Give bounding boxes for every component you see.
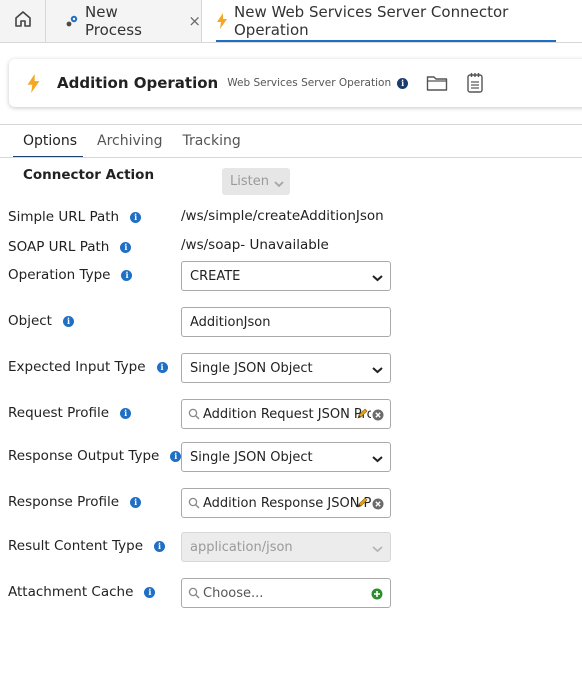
pencil-icon[interactable] bbox=[357, 408, 368, 423]
select-value: CREATE bbox=[190, 268, 241, 284]
label-text: Attachment Cache bbox=[8, 584, 134, 600]
info-icon[interactable]: i bbox=[130, 211, 142, 223]
object-input[interactable]: AdditionJson bbox=[181, 307, 391, 337]
label-text: Expected Input Type bbox=[8, 359, 146, 375]
subtab-bar: Options Archiving Tracking bbox=[13, 125, 251, 158]
soap-url-label: SOAP URL Path i bbox=[8, 239, 132, 255]
label-text: Simple URL Path bbox=[8, 209, 120, 225]
soap-url-value: /ws/soap- Unavailable bbox=[181, 237, 329, 253]
label-text: Connector Action bbox=[23, 167, 155, 183]
operation-header: Addition Operation Web Services Server O… bbox=[9, 59, 582, 107]
picker-value: Addition Request JSON Profile bbox=[203, 406, 371, 422]
attachment-cache-label: Attachment Cache i bbox=[8, 584, 156, 600]
chevron-down-icon bbox=[372, 542, 383, 557]
chevron-down-icon bbox=[274, 177, 284, 192]
connector-action-select: Listen bbox=[222, 168, 290, 195]
info-icon[interactable]: i bbox=[120, 407, 132, 419]
select-value: Single JSON Object bbox=[190, 449, 313, 465]
tab-label: New Process bbox=[85, 3, 142, 39]
chevron-down-icon bbox=[372, 271, 383, 286]
info-icon[interactable]: i bbox=[130, 496, 142, 508]
label-text: SOAP URL Path bbox=[8, 239, 110, 255]
request-profile-picker[interactable]: Addition Request JSON Profile bbox=[181, 399, 391, 429]
select-value: Listen bbox=[230, 174, 269, 189]
lightning-icon bbox=[216, 13, 228, 29]
connector-action-label: Connector Action bbox=[23, 167, 154, 183]
label-text: Object bbox=[8, 313, 52, 329]
object-label: Object i bbox=[8, 313, 74, 329]
info-icon[interactable]: i bbox=[154, 540, 165, 552]
input-value: AdditionJson bbox=[190, 314, 271, 330]
result-content-type-select: application/json bbox=[181, 532, 391, 562]
tab-options[interactable]: Options bbox=[13, 125, 87, 158]
pencil-icon[interactable] bbox=[357, 497, 368, 512]
process-icon bbox=[65, 14, 79, 28]
label-text: Operation Type bbox=[8, 267, 111, 283]
label-text: Request Profile bbox=[8, 405, 110, 421]
search-icon bbox=[188, 587, 200, 603]
notes-icon[interactable] bbox=[466, 72, 484, 94]
divider bbox=[0, 157, 582, 158]
tab-bar: New Process × New Web Services Server Co… bbox=[0, 0, 582, 43]
info-icon[interactable]: i bbox=[62, 315, 74, 327]
lightning-icon bbox=[26, 73, 41, 93]
clear-icon[interactable] bbox=[372, 498, 384, 514]
response-output-type-select[interactable]: Single JSON Object bbox=[181, 442, 391, 472]
operation-type-select[interactable]: CREATE bbox=[181, 261, 391, 291]
info-icon[interactable]: i bbox=[120, 241, 132, 253]
info-icon[interactable]: i bbox=[397, 77, 409, 89]
simple-url-label: Simple URL Path i bbox=[8, 209, 142, 225]
operation-type-label: Operation Type i bbox=[8, 267, 133, 283]
clear-icon[interactable] bbox=[372, 409, 384, 425]
tab-tracking[interactable]: Tracking bbox=[172, 125, 250, 157]
tab-label: New Web Services Server Connector Operat… bbox=[234, 3, 509, 39]
add-icon[interactable] bbox=[371, 588, 383, 604]
tab-archiving[interactable]: Archiving bbox=[87, 125, 172, 157]
tab-new-process[interactable]: New Process × bbox=[46, 0, 202, 42]
response-profile-label: Response Profile i bbox=[8, 494, 142, 510]
response-output-type-label: Response Output Type i bbox=[8, 448, 182, 464]
attachment-cache-picker[interactable]: Choose... bbox=[181, 578, 391, 608]
response-profile-picker[interactable]: Addition Response JSON Profile bbox=[181, 488, 391, 518]
info-icon[interactable]: i bbox=[121, 269, 133, 281]
chevron-down-icon bbox=[372, 452, 383, 467]
tab-web-services-operation[interactable]: New Web Services Server Connector Operat… bbox=[202, 0, 582, 42]
expected-input-type-label: Expected Input Type i bbox=[8, 359, 168, 375]
select-value: application/json bbox=[190, 539, 293, 555]
expected-input-type-select[interactable]: Single JSON Object bbox=[181, 353, 391, 383]
info-icon[interactable]: i bbox=[170, 450, 182, 462]
operation-title: Addition Operation bbox=[57, 74, 219, 92]
result-content-type-label: Result Content Type i bbox=[8, 538, 165, 554]
request-profile-label: Request Profile i bbox=[8, 405, 132, 421]
active-tab-indicator bbox=[216, 40, 556, 42]
chevron-down-icon bbox=[372, 363, 383, 378]
search-icon bbox=[188, 497, 200, 513]
label-text: Response Profile bbox=[8, 494, 120, 510]
home-icon bbox=[13, 9, 33, 33]
picker-placeholder: Choose... bbox=[203, 585, 264, 601]
info-icon[interactable]: i bbox=[156, 361, 168, 373]
simple-url-value: /ws/simple/createAdditionJson bbox=[181, 208, 384, 224]
info-icon[interactable]: i bbox=[144, 586, 156, 598]
home-tab[interactable] bbox=[0, 0, 46, 42]
picker-value: Addition Response JSON Profile bbox=[203, 495, 371, 511]
folder-icon[interactable] bbox=[426, 74, 448, 92]
select-value: Single JSON Object bbox=[190, 360, 313, 376]
close-icon[interactable]: × bbox=[188, 12, 201, 30]
operation-type-label: Web Services Server Operation bbox=[227, 77, 392, 89]
label-text: Response Output Type bbox=[8, 448, 160, 464]
label-text: Result Content Type bbox=[8, 538, 143, 554]
search-icon bbox=[188, 408, 200, 424]
